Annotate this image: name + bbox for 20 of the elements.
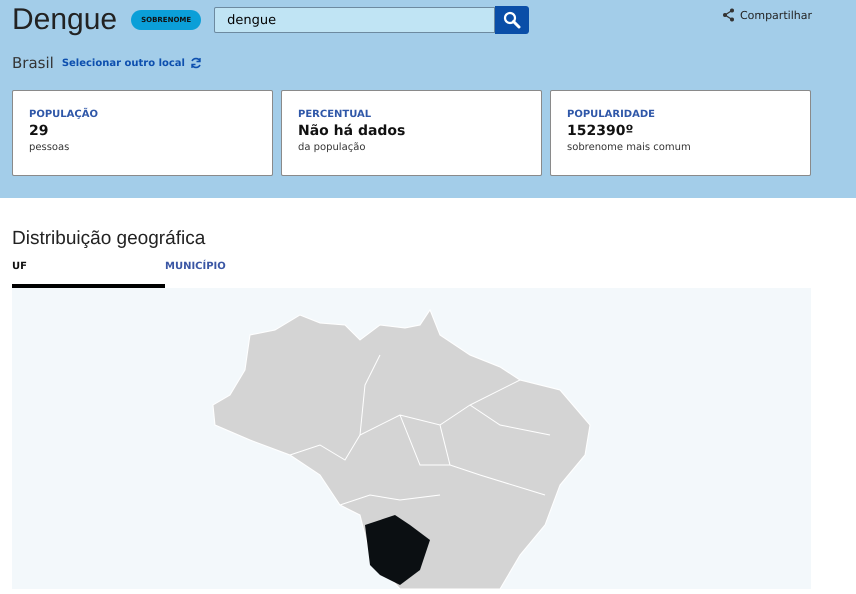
stat-caption: sobrenome mais comum: [567, 142, 691, 153]
section-title: Distribuição geográfica: [12, 228, 206, 250]
tab[interactable]: MUNICÍPIO: [165, 258, 318, 288]
stat-value: Não há dados: [298, 123, 406, 139]
stat-value: 152390º: [567, 123, 634, 139]
stat-label: POPULAÇÃO: [29, 109, 98, 120]
stat-caption: pessoas: [29, 142, 70, 153]
stat-label: POPULARIDADE: [567, 109, 655, 120]
search-button[interactable]: [495, 6, 530, 34]
share-icon: [722, 8, 735, 22]
search-field[interactable]: dengue: [214, 7, 496, 33]
change-location-link[interactable]: Selecionar outro local: [62, 57, 202, 69]
refresh-icon: [190, 57, 202, 69]
share-link[interactable]: Compartilhar: [722, 8, 812, 22]
search-icon: [503, 11, 522, 29]
stat-label: PERCENTUAL: [298, 109, 372, 120]
stat-caption: da população: [298, 142, 366, 153]
page-title: Dengue: [12, 2, 118, 38]
stat-value: 29: [29, 123, 48, 139]
location-name: Brasil: [12, 54, 54, 72]
